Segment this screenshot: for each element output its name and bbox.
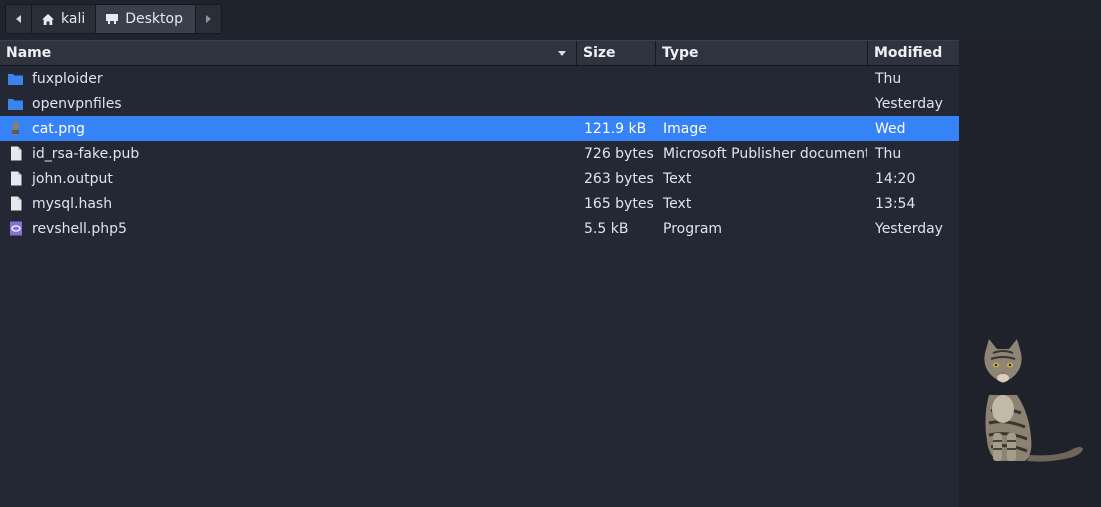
file-list: Name Size Type Modified fuxploider Thu ope…	[0, 40, 959, 507]
file-name-cell: openvpnfiles	[0, 96, 576, 112]
file-name-cell: mysql.hash	[0, 196, 576, 212]
file-row[interactable]: openvpnfiles Yesterday	[0, 91, 959, 116]
file-size: 263 bytes	[584, 170, 654, 187]
chevron-right-icon	[205, 15, 211, 23]
file-modified: Yesterday	[875, 95, 943, 112]
location-bar: kali Desktop	[0, 0, 1101, 40]
file-name: revshell.php5	[32, 220, 127, 237]
file-name: fuxploider	[32, 70, 103, 87]
file-name: john.output	[32, 170, 113, 187]
file-size: 5.5 kB	[584, 220, 629, 237]
path-forward-button[interactable]	[194, 5, 221, 33]
breadcrumb-kali[interactable]: kali	[32, 5, 97, 33]
sort-descending-icon	[558, 51, 566, 56]
file-name: mysql.hash	[32, 195, 113, 212]
column-label: Modified	[874, 45, 943, 61]
file-rows: fuxploider Thu openvpnfiles Yesterday cat.pn…	[0, 66, 959, 241]
folder-icon	[8, 71, 23, 86]
column-header-type[interactable]: Type	[656, 41, 868, 65]
file-name-cell: fuxploider	[0, 71, 576, 87]
path-back-button[interactable]	[6, 5, 32, 33]
file-modified: Wed	[875, 120, 906, 137]
php-icon	[8, 221, 23, 236]
file-size: 121.9 kB	[584, 120, 647, 137]
breadcrumb-label: kali	[61, 11, 86, 27]
file-size: 726 bytes	[584, 145, 654, 162]
file-type: Image	[663, 120, 707, 137]
file-name: openvpnfiles	[32, 95, 122, 112]
column-label: Name	[6, 45, 52, 61]
file-name: cat.png	[32, 120, 85, 137]
file-type: Program	[663, 220, 723, 237]
home-icon	[42, 13, 54, 25]
column-label: Size	[583, 45, 616, 61]
column-label: Type	[662, 45, 699, 61]
file-modified: 13:54	[875, 195, 916, 212]
text-file-icon	[8, 196, 23, 211]
preview-pane	[959, 40, 1101, 507]
file-type: Text	[663, 170, 692, 187]
file-size: 165 bytes	[584, 195, 654, 212]
file-type: Microsoft Publisher document	[663, 145, 867, 162]
file-name-cell: id_rsa-fake.pub	[0, 146, 576, 162]
file-name-cell: revshell.php5	[0, 221, 576, 237]
file-row[interactable]: john.output 263 bytes Text 14:20	[0, 166, 959, 191]
file-name-cell: cat.png	[0, 121, 576, 137]
column-header-size[interactable]: Size	[577, 41, 656, 65]
file-name: id_rsa-fake.pub	[32, 145, 140, 162]
breadcrumb-label: Desktop	[125, 11, 183, 27]
column-header-modified[interactable]: Modified	[868, 41, 959, 65]
file-modified: Yesterday	[875, 220, 943, 237]
file-modified: Thu	[875, 70, 902, 87]
file-modified: Thu	[875, 145, 902, 162]
file-row[interactable]: fuxploider Thu	[0, 66, 959, 91]
file-modified: 14:20	[875, 170, 916, 187]
file-row[interactable]: revshell.php5 5.5 kB Program Yesterday	[0, 216, 959, 241]
folder-icon	[8, 96, 23, 111]
text-file-icon	[8, 146, 23, 161]
chevron-left-icon	[16, 15, 21, 23]
text-file-icon	[8, 171, 23, 186]
desktop-icon	[106, 14, 119, 24]
breadcrumb-desktop[interactable]: Desktop	[96, 5, 195, 33]
file-row[interactable]: mysql.hash 165 bytes Text 13:54	[0, 191, 959, 216]
cat-preview-image	[984, 339, 1083, 462]
list-header: Name Size Type Modified	[0, 40, 959, 66]
file-row[interactable]: cat.png 121.9 kB Image Wed	[0, 116, 959, 141]
file-name-cell: john.output	[0, 171, 576, 187]
image-thumbnail-icon	[8, 121, 23, 136]
column-header-name[interactable]: Name	[0, 41, 577, 65]
file-type: Text	[663, 195, 692, 212]
path-bar: kali Desktop	[5, 4, 222, 34]
file-row[interactable]: id_rsa-fake.pub 726 bytes Microsoft Publis…	[0, 141, 959, 166]
